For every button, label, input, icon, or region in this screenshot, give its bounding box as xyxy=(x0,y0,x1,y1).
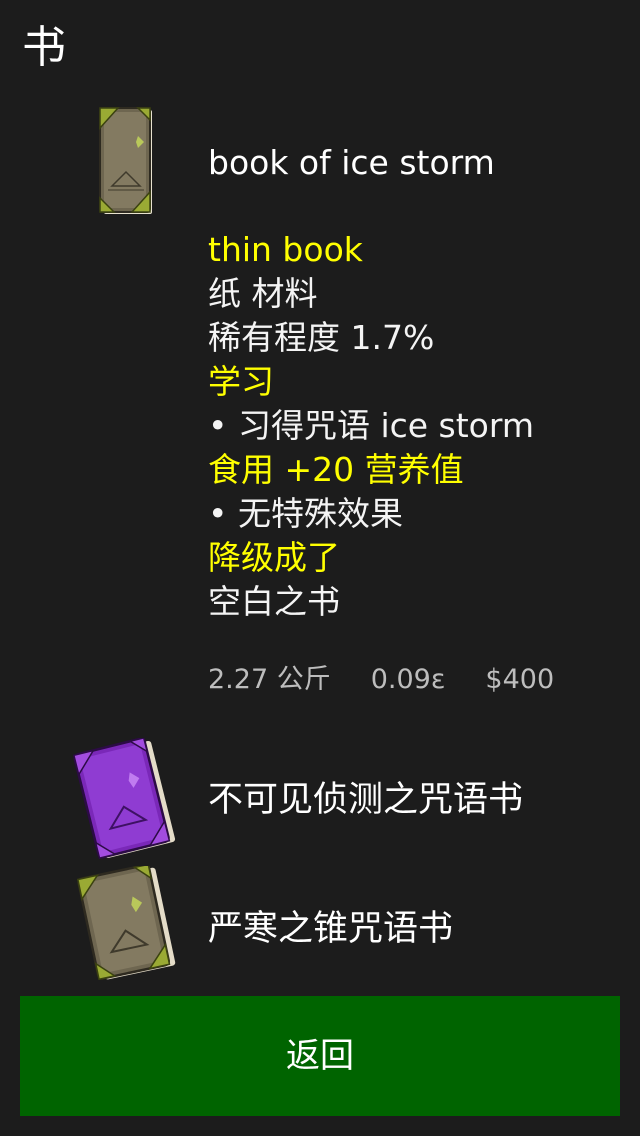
detail-type: thin book xyxy=(208,230,363,269)
detail-eat-heading: 食用 +20 营养值 xyxy=(208,450,464,489)
screen: 书 book of ice storm thin book 纸 材料 稀有程度 … xyxy=(0,0,640,1136)
brown-spellbook-icon xyxy=(99,107,152,214)
selected-item-name: book of ice storm xyxy=(208,143,495,182)
item-stats: 2.27 公斤 0.09ε $400 xyxy=(208,660,554,700)
item-energy: 0.09ε xyxy=(370,664,446,695)
item-weight: 2.27 公斤 xyxy=(208,664,331,695)
brown-spellbook-icon xyxy=(76,866,176,980)
page-title: 书 xyxy=(22,22,66,73)
detail-rarity: 稀有程度 1.7% xyxy=(208,318,435,357)
detail-eat-effect: • 无特殊效果 xyxy=(208,494,403,533)
list-item-name[interactable]: 严寒之锥咒语书 xyxy=(208,905,453,953)
item-price: $400 xyxy=(485,664,555,695)
detail-degrade-heading: 降级成了 xyxy=(208,538,340,577)
detail-learn-effect: • 习得咒语 ice storm xyxy=(208,406,535,445)
back-button[interactable]: 返回 xyxy=(20,996,620,1116)
purple-spellbook-icon xyxy=(72,738,176,860)
item-details: thin book 纸 材料 稀有程度 1.7% 学习 • 习得咒语 ice s… xyxy=(208,228,628,624)
detail-degrade-result: 空白之书 xyxy=(208,582,340,621)
list-item-name[interactable]: 不可见侦测之咒语书 xyxy=(208,776,523,824)
detail-learn-heading: 学习 xyxy=(208,362,274,401)
detail-material: 纸 材料 xyxy=(208,274,318,313)
